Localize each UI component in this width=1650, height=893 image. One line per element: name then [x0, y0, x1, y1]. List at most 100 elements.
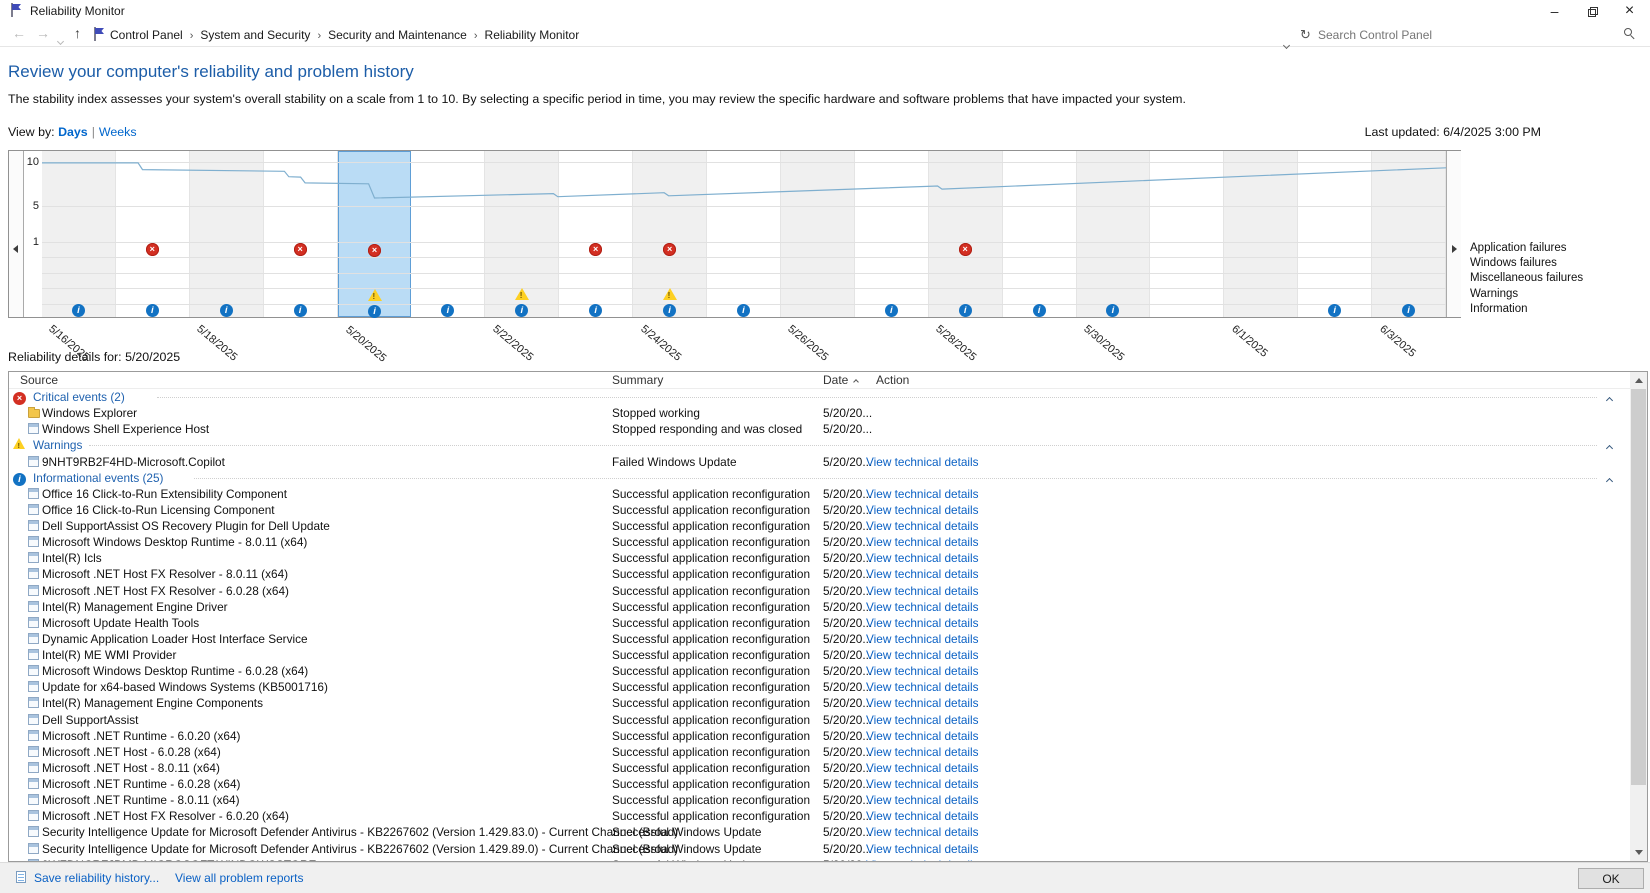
event-row[interactable]: Microsoft .NET Host - 8.0.11 (x64) Succe… [9, 760, 1631, 776]
event-row[interactable]: Microsoft Update Health Tools Successful… [9, 615, 1631, 631]
column-header-summary[interactable]: Summary [612, 373, 663, 387]
view-technical-details-link[interactable]: View technical details [866, 713, 979, 727]
chart-scroll-left-strip[interactable] [9, 151, 24, 317]
event-row[interactable]: Windows Explorer Stopped working 5/20/20… [9, 405, 1631, 421]
view-technical-details-link[interactable]: View technical details [866, 584, 979, 598]
view-technical-details-link[interactable]: View technical details [866, 600, 979, 614]
breadcrumb-item[interactable]: Control Panel [110, 28, 183, 42]
scroll-up-icon[interactable] [1635, 378, 1643, 383]
view-technical-details-link[interactable]: View technical details [866, 632, 979, 646]
event-row[interactable]: Microsoft .NET Host FX Resolver - 6.0.28… [9, 583, 1631, 599]
view-by-weeks-link[interactable]: Weeks [99, 125, 137, 139]
recent-pages-chevron-icon[interactable] [58, 31, 63, 47]
view-technical-details-link[interactable]: View technical details [866, 487, 979, 501]
chart-day-column[interactable]: × ! i 5/22/2025 [485, 151, 559, 317]
view-technical-details-link[interactable]: View technical details [866, 842, 979, 856]
view-technical-details-link[interactable]: View technical details [866, 535, 979, 549]
chart-day-column[interactable]: × ! i [855, 151, 929, 317]
view-technical-details-link[interactable]: View technical details [866, 567, 979, 581]
event-group-row[interactable]: i Informational events (25) [9, 470, 1631, 486]
event-row[interactable]: Office 16 Click-to-Run Extensibility Com… [9, 486, 1631, 502]
event-row[interactable]: Microsoft .NET Runtime - 8.0.11 (x64) Su… [9, 792, 1631, 808]
chart-day-column[interactable]: × ! i [707, 151, 781, 317]
chart-scroll-left-icon[interactable] [13, 245, 18, 253]
view-by-days-link[interactable]: Days [58, 125, 88, 139]
chart-scroll-right-icon[interactable] [1452, 245, 1457, 253]
column-header-source[interactable]: Source [20, 373, 58, 387]
chart-day-column[interactable]: × ! i 5/26/2025 [781, 151, 855, 317]
chart-day-column[interactable]: × ! i 5/30/2025 [1077, 151, 1151, 317]
chart-day-column[interactable]: × ! i 5/18/2025 [190, 151, 264, 317]
view-technical-details-link[interactable]: View technical details [866, 696, 979, 710]
event-row[interactable]: Intel(R) Icls Successful application rec… [9, 550, 1631, 566]
event-row[interactable]: Microsoft .NET Runtime - 6.0.28 (x64) Su… [9, 776, 1631, 792]
view-technical-details-link[interactable]: View technical details [866, 648, 979, 662]
view-technical-details-link[interactable]: View technical details [866, 503, 979, 517]
event-row[interactable]: Intel(R) ME WMI Provider Successful appl… [9, 647, 1631, 663]
view-technical-details-link[interactable]: View technical details [866, 519, 979, 533]
chart-day-column[interactable]: × ! i [1298, 151, 1372, 317]
collapse-chevron-icon[interactable] [1607, 440, 1612, 454]
event-row[interactable]: Office 16 Click-to-Run Licensing Compone… [9, 502, 1631, 518]
event-row[interactable]: Intel(R) Management Engine Components Su… [9, 695, 1631, 711]
event-row[interactable]: 9NHT9RB2F4HD-Microsoft.Copilot Failed Wi… [9, 454, 1631, 470]
forward-button[interactable]: → [36, 25, 50, 41]
view-technical-details-link[interactable]: View technical details [866, 664, 979, 678]
event-group-row[interactable]: × Critical events (2) [9, 389, 1631, 405]
view-technical-details-link[interactable]: View technical details [866, 793, 979, 807]
event-row[interactable]: Microsoft .NET Runtime - 6.0.20 (x64) Su… [9, 728, 1631, 744]
address-dropdown-chevron-icon[interactable] [1284, 35, 1289, 53]
view-technical-details-link[interactable]: View technical details [866, 616, 979, 630]
chart-day-column[interactable]: × ! i 5/28/2025 [929, 151, 1003, 317]
event-row[interactable]: Microsoft .NET Host FX Resolver - 8.0.11… [9, 566, 1631, 582]
view-technical-details-link[interactable]: View technical details [866, 761, 979, 775]
view-technical-details-link[interactable]: View technical details [866, 745, 979, 759]
chart-day-column[interactable]: × ! i 6/3/2025 [1372, 151, 1446, 317]
chart-scroll-right-strip[interactable] [1446, 151, 1461, 317]
chart-day-column[interactable]: × ! i [559, 151, 633, 317]
event-row[interactable]: Security Intelligence Update for Microso… [9, 824, 1631, 840]
event-row[interactable]: Microsoft Windows Desktop Runtime - 8.0.… [9, 534, 1631, 550]
collapse-chevron-icon[interactable] [1607, 392, 1612, 406]
vertical-scrollbar[interactable] [1630, 372, 1647, 861]
chart-day-column[interactable]: × ! i [411, 151, 485, 317]
event-row[interactable]: Update for x64-based Windows Systems (KB… [9, 679, 1631, 695]
event-row[interactable]: Microsoft .NET Host FX Resolver - 6.0.20… [9, 808, 1631, 824]
view-technical-details-link[interactable]: View technical details [866, 809, 979, 823]
save-reliability-history-link[interactable]: Save reliability history... [34, 871, 159, 885]
breadcrumb-item[interactable]: Security and Maintenance [328, 28, 467, 42]
collapse-chevron-icon[interactable] [1607, 473, 1612, 487]
search-input[interactable] [1318, 24, 1608, 45]
search-icon[interactable] [1624, 28, 1632, 36]
column-header-action[interactable]: Action [876, 373, 909, 387]
back-button[interactable]: ← [12, 25, 26, 41]
chart-day-column[interactable]: × ! i [1150, 151, 1224, 317]
view-technical-details-link[interactable]: View technical details [866, 455, 979, 469]
chart-day-column[interactable]: × ! i 6/1/2025 [1224, 151, 1298, 317]
view-technical-details-link[interactable]: View technical details [866, 680, 979, 694]
breadcrumb-item[interactable]: Reliability Monitor [485, 28, 580, 42]
scroll-down-icon[interactable] [1635, 850, 1643, 855]
view-all-problem-reports-link[interactable]: View all problem reports [175, 871, 304, 885]
close-button[interactable]: × [1607, 0, 1650, 24]
event-row[interactable]: Dynamic Application Loader Host Interfac… [9, 631, 1631, 647]
chart-day-column[interactable]: × ! i 5/24/2025 [633, 151, 707, 317]
event-row[interactable]: Microsoft Windows Desktop Runtime - 6.0.… [9, 663, 1631, 679]
view-technical-details-link[interactable]: View technical details [866, 777, 979, 791]
event-row[interactable]: Intel(R) Management Engine Driver Succes… [9, 599, 1631, 615]
chart-day-column[interactable]: × ! i [1003, 151, 1077, 317]
chart-day-column[interactable]: × ! i 5/20/2025 [338, 151, 412, 317]
chart-day-column[interactable]: × ! i [116, 151, 190, 317]
refresh-icon[interactable]: ↻ [1300, 27, 1311, 43]
scrollbar-thumb[interactable] [1631, 389, 1646, 785]
event-row[interactable]: Dell SupportAssist OS Recovery Plugin fo… [9, 518, 1631, 534]
event-row[interactable]: Windows Shell Experience Host Stopped re… [9, 421, 1631, 437]
column-header-date[interactable]: Date [823, 373, 848, 387]
view-technical-details-link[interactable]: View technical details [866, 729, 979, 743]
view-technical-details-link[interactable]: View technical details [866, 825, 979, 839]
ok-button[interactable]: OK [1578, 868, 1644, 889]
chart-day-column[interactable]: × ! i [264, 151, 338, 317]
event-row[interactable]: Dell SupportAssist Successful applicatio… [9, 712, 1631, 728]
event-row[interactable]: Security Intelligence Update for Microso… [9, 841, 1631, 857]
breadcrumb-item[interactable]: System and Security [200, 28, 310, 42]
